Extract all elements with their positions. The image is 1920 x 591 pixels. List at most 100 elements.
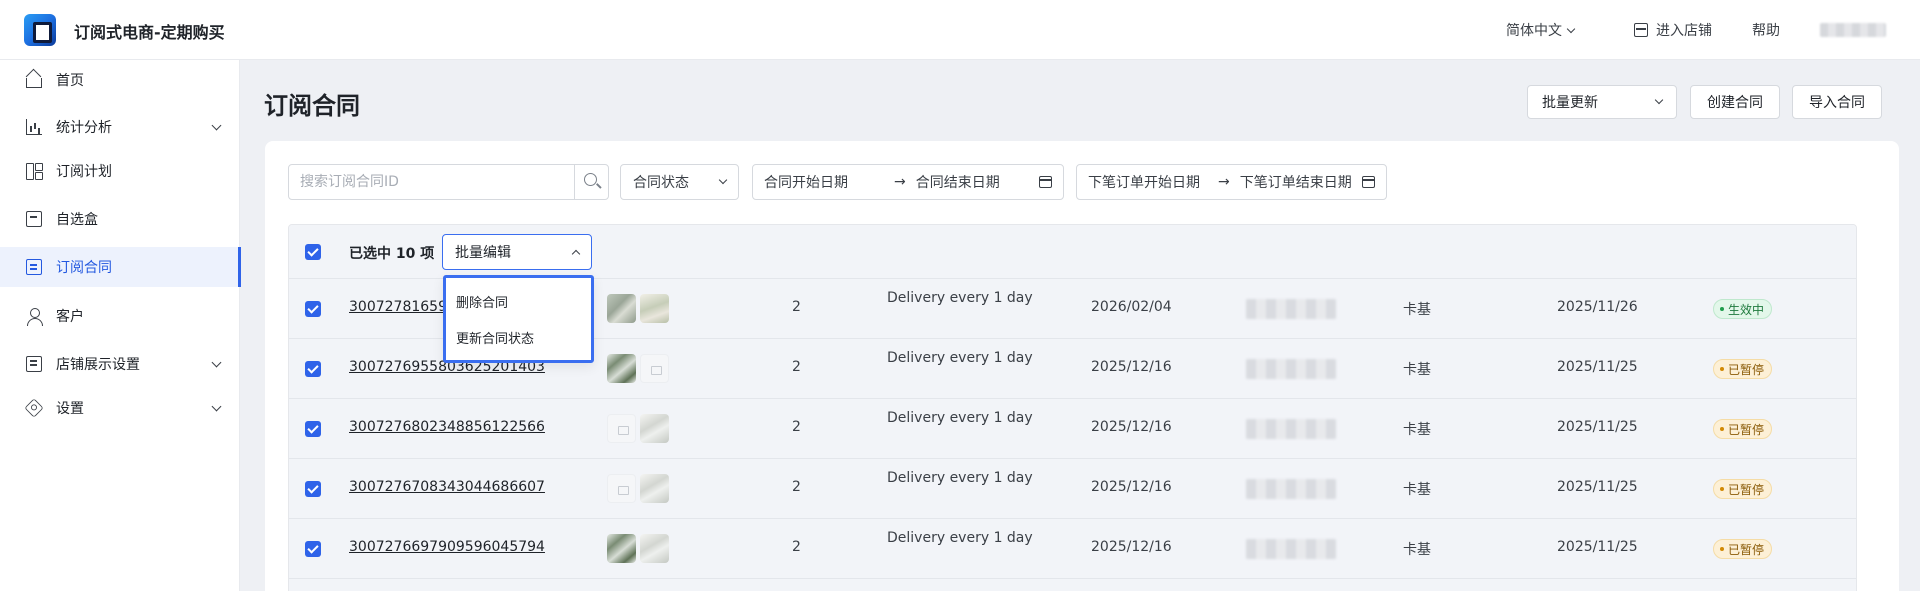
- order-date-range[interactable]: 下笔订单开始日期 → 下笔订单结束日期: [1076, 164, 1387, 200]
- contract-date-range[interactable]: 合同开始日期 → 合同结束日期: [752, 164, 1064, 200]
- product-image: [640, 534, 669, 563]
- contract-id-link[interactable]: 300727670834304468660​7: [349, 479, 545, 495]
- search-input[interactable]: [289, 165, 575, 199]
- next-order-date: 2025/12/16: [1091, 539, 1172, 555]
- row-checkbox[interactable]: [305, 541, 321, 557]
- order-start-date[interactable]: 下笔订单开始日期: [1088, 172, 1208, 192]
- update-status-option[interactable]: 更新合同状态: [456, 328, 534, 347]
- customer-name-redacted: [1246, 299, 1336, 319]
- product-thumbnails: [607, 354, 669, 383]
- sidebar-item-home[interactable]: 首页: [0, 60, 240, 100]
- quantity: 2: [792, 299, 801, 315]
- delivery-frequency: Delivery every 1 day: [887, 350, 1033, 366]
- chevron-down-icon: [211, 401, 222, 411]
- chevron-down-icon: [211, 357, 222, 367]
- sidebar-item-plans[interactable]: 订阅计划: [0, 151, 240, 191]
- next-order-date: 2025/12/16: [1091, 479, 1172, 495]
- row-checkbox[interactable]: [305, 361, 321, 377]
- import-contract-button[interactable]: 导入合同: [1792, 85, 1882, 119]
- next-order-date: 2026/02/04: [1091, 299, 1172, 315]
- status-badge: 已暂停: [1713, 419, 1773, 439]
- select-all-checkbox[interactable]: [305, 244, 321, 260]
- next-order-date: 2025/12/16: [1091, 359, 1172, 375]
- bulk-edit-label: 批量编辑: [455, 245, 511, 261]
- chevron-down-icon: [211, 120, 222, 130]
- created-date: 2025/11/25: [1557, 419, 1638, 435]
- city: 卡基: [1403, 422, 1431, 438]
- order-end-date[interactable]: 下笔订单结束日期: [1240, 172, 1360, 192]
- bulk-update-label: 批量更新: [1542, 95, 1598, 111]
- status-badge: 生效中: [1713, 299, 1773, 319]
- user-account-menu[interactable]: [1820, 23, 1886, 37]
- delivery-frequency: Delivery every 1 day: [887, 470, 1033, 486]
- contract-id-link[interactable]: 300727680234885612256​6: [349, 419, 545, 435]
- sidebar-item-label: 统计分析: [56, 120, 112, 136]
- bulk-update-select[interactable]: 批量更新: [1527, 85, 1677, 119]
- table-row[interactable]: 300727670834304468660​7 2 Delivery every…: [289, 459, 1856, 519]
- plan-icon: [26, 163, 43, 180]
- help-link[interactable]: 帮助: [1752, 20, 1780, 40]
- home-icon: [26, 77, 42, 88]
- sidebar-item-contracts[interactable]: 订阅合同: [0, 247, 241, 287]
- chevron-down-icon: [718, 175, 728, 185]
- created-date: 2025/11/25: [1557, 539, 1638, 555]
- status-filter[interactable]: 合同状态: [620, 164, 739, 200]
- quantity: 2: [792, 479, 801, 495]
- table-row[interactable]: 300727680234885612256​6 2 Delivery every…: [289, 399, 1856, 459]
- next-order-date: 2025/12/16: [1091, 419, 1172, 435]
- product-image: [607, 354, 636, 383]
- page-title: 订阅合同: [264, 92, 360, 120]
- city: 卡基: [1403, 542, 1431, 558]
- quantity: 2: [792, 359, 801, 375]
- contract-id-link[interactable]: 30072781659: [349, 299, 447, 315]
- image-placeholder-icon: [607, 414, 636, 443]
- contract-icon: [26, 259, 42, 275]
- app-logo-icon: [24, 14, 56, 46]
- sidebar-item-store-display[interactable]: 店铺展示设置: [0, 344, 240, 384]
- status-badge: 已暂停: [1713, 539, 1773, 559]
- product-image: [640, 294, 669, 323]
- chevron-down-icon: [1654, 95, 1664, 105]
- contract-id-link[interactable]: 300727669790959604579​4: [349, 539, 545, 555]
- calendar-icon: [1362, 176, 1375, 188]
- customer-name-redacted: [1246, 359, 1336, 379]
- row-checkbox[interactable]: [305, 301, 321, 317]
- status-filter-label: 合同状态: [633, 175, 689, 191]
- language-selector[interactable]: 简体中文: [1506, 20, 1576, 40]
- calendar-icon: [1039, 176, 1052, 188]
- store-icon: [1634, 23, 1648, 37]
- delivery-frequency: Delivery every 1 day: [887, 410, 1033, 426]
- bulk-edit-select[interactable]: 批量编辑: [442, 234, 592, 270]
- sidebar-item-analytics[interactable]: 统计分析: [0, 107, 240, 147]
- sidebar-item-label: 首页: [56, 73, 84, 89]
- chevron-up-icon: [571, 249, 581, 259]
- row-checkbox[interactable]: [305, 421, 321, 437]
- delete-contract-option[interactable]: 删除合同: [456, 292, 508, 311]
- sidebar-item-settings[interactable]: 设置: [0, 388, 240, 428]
- create-contract-button[interactable]: 创建合同: [1690, 85, 1780, 119]
- image-placeholder-icon: [640, 354, 669, 383]
- enter-store-link[interactable]: 进入店铺: [1634, 20, 1712, 40]
- sidebar-item-customers[interactable]: 客户: [0, 296, 240, 336]
- delivery-frequency: Delivery every 1 day: [887, 290, 1033, 306]
- search-box: [288, 164, 609, 200]
- delivery-frequency: Delivery every 1 day: [887, 530, 1033, 546]
- top-bar: 订阅式电商-定期购买 简体中文 进入店铺 帮助: [0, 0, 1920, 60]
- contract-start-date[interactable]: 合同开始日期: [764, 172, 884, 192]
- chart-icon: [26, 119, 42, 135]
- product-thumbnails: [607, 534, 669, 563]
- status-badge: 已暂停: [1713, 479, 1773, 499]
- sidebar-item-custom-box[interactable]: 自选盒: [0, 199, 240, 239]
- search-button[interactable]: [574, 165, 608, 199]
- created-date: 2025/11/25: [1557, 479, 1638, 495]
- user-icon: [26, 308, 43, 326]
- table-row[interactable]: 300727669790959604579​4 2 Delivery every…: [289, 519, 1856, 579]
- range-arrow: →: [1218, 174, 1230, 190]
- created-date: 2025/11/26: [1557, 299, 1638, 315]
- product-thumbnails: [607, 474, 669, 503]
- sidebar-item-label: 订阅计划: [56, 164, 112, 180]
- selected-count: 已选中 10 项: [349, 246, 435, 262]
- contract-end-date[interactable]: 合同结束日期: [916, 172, 1036, 192]
- product-thumbnails: [607, 414, 669, 443]
- row-checkbox[interactable]: [305, 481, 321, 497]
